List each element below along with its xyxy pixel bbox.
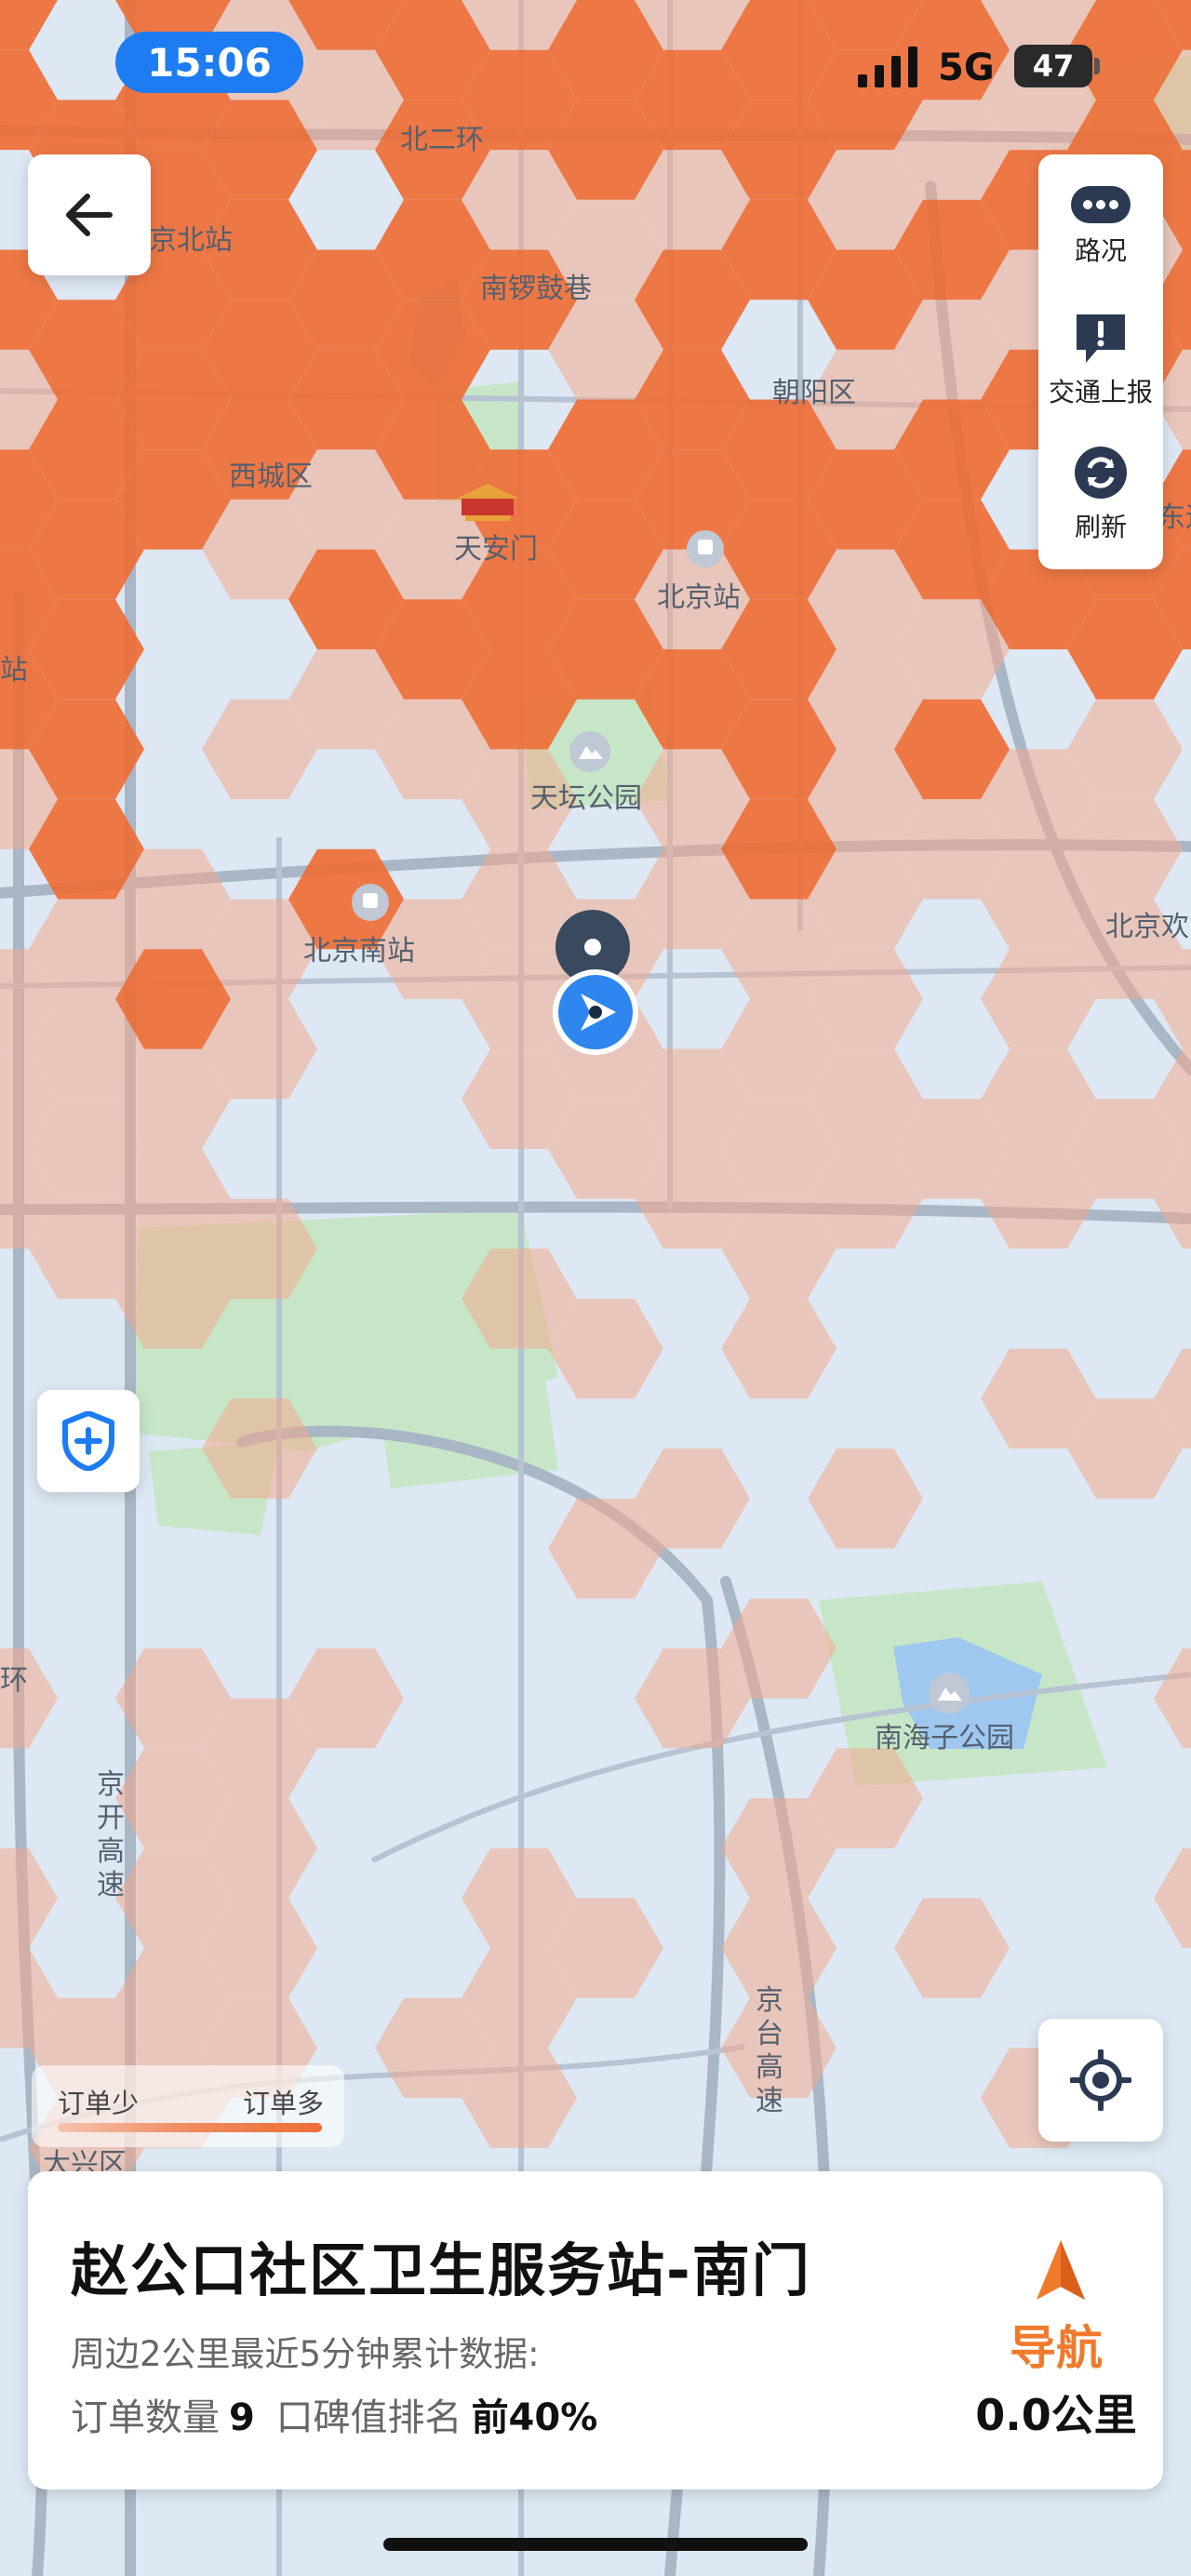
refresh-label: 刷新 <box>1074 512 1127 542</box>
report-label: 交通上报 <box>1048 377 1153 407</box>
battery-indicator: 47 <box>1014 45 1092 87</box>
network-type: 5G <box>938 47 995 89</box>
traffic-button[interactable]: 路况 <box>1038 162 1163 292</box>
train-icon <box>352 884 389 921</box>
rank-value: 前40% <box>471 2396 598 2439</box>
refresh-icon <box>1075 447 1127 499</box>
navigation-arrow-icon[interactable] <box>1033 2238 1089 2303</box>
train-icon <box>687 530 724 567</box>
map-label-chaoyang: 朝阳区 <box>772 378 856 408</box>
map-label-huan: 环 <box>0 1665 28 1696</box>
legend-low-label: 订单少 <box>58 2088 140 2119</box>
orders-value: 9 <box>229 2396 255 2439</box>
map-tools-panel: 路况 交通上报 刷新 <box>1038 154 1163 569</box>
safety-button[interactable] <box>37 1390 140 1492</box>
location-arrow-icon <box>553 969 638 1055</box>
map-label-bj-huan: 北京欢 <box>1105 912 1189 942</box>
traffic-label: 路况 <box>1074 235 1127 266</box>
status-time: 15:06 <box>115 32 303 93</box>
locate-button[interactable] <box>1038 2019 1163 2142</box>
location-info-card: 赵公口社区卫生服务站-南门 周边2公里最近5分钟累计数据: 订单数量 9 口碑值排… <box>28 2171 1163 2489</box>
map-label-tiananmen: 天安门 <box>454 534 538 565</box>
map-label-bj-station: 北京站 <box>657 582 741 613</box>
status-bar: 15:06 5G 47 <box>0 0 1191 130</box>
rank-label: 口碑值排名 <box>275 2396 462 2439</box>
battery-tip <box>1094 58 1100 74</box>
orders-label: 订单数量 <box>71 2396 220 2439</box>
report-icon <box>1077 314 1125 363</box>
map-label-bj-south: 北京南站 <box>303 936 415 967</box>
back-arrow-icon <box>66 194 113 236</box>
home-indicator <box>383 2538 808 2551</box>
map-label-left-cut: 站 <box>0 655 28 686</box>
park-icon <box>569 731 610 772</box>
map-label-nan-luo: 南锣鼓巷 <box>480 274 592 304</box>
signal-icon <box>858 47 917 87</box>
navigate-button[interactable]: 导航 <box>986 2311 1126 2378</box>
legend-high-label: 订单多 <box>242 2088 324 2119</box>
distance-value: 0.0公里 <box>975 2390 1137 2440</box>
map-label-nanhaizi: 南海子公园 <box>875 1723 1014 1754</box>
map-label-bj-north: 京北站 <box>149 225 233 256</box>
legend-gradient-bar <box>58 2123 322 2132</box>
back-button[interactable] <box>28 154 151 275</box>
heatmap-legend: 订单少 订单多 <box>32 2065 344 2147</box>
map-label-xicheng: 西城区 <box>229 461 313 492</box>
place-title: 赵公口社区卫生服务站-南门 <box>71 2236 811 2304</box>
locate-icon <box>1070 2049 1131 2111</box>
map-label-tiantan: 天坛公园 <box>530 783 642 814</box>
data-description: 周边2公里最近5分钟累计数据: <box>71 2334 540 2374</box>
traffic-icon <box>1071 186 1131 223</box>
park-icon <box>929 1673 970 1714</box>
refresh-button[interactable]: 刷新 <box>1038 430 1163 560</box>
stats-line: 订单数量 9 口碑值排名 前40% <box>71 2387 607 2441</box>
shield-plus-icon <box>62 1411 114 1471</box>
report-button[interactable]: 交通上报 <box>1038 296 1163 426</box>
